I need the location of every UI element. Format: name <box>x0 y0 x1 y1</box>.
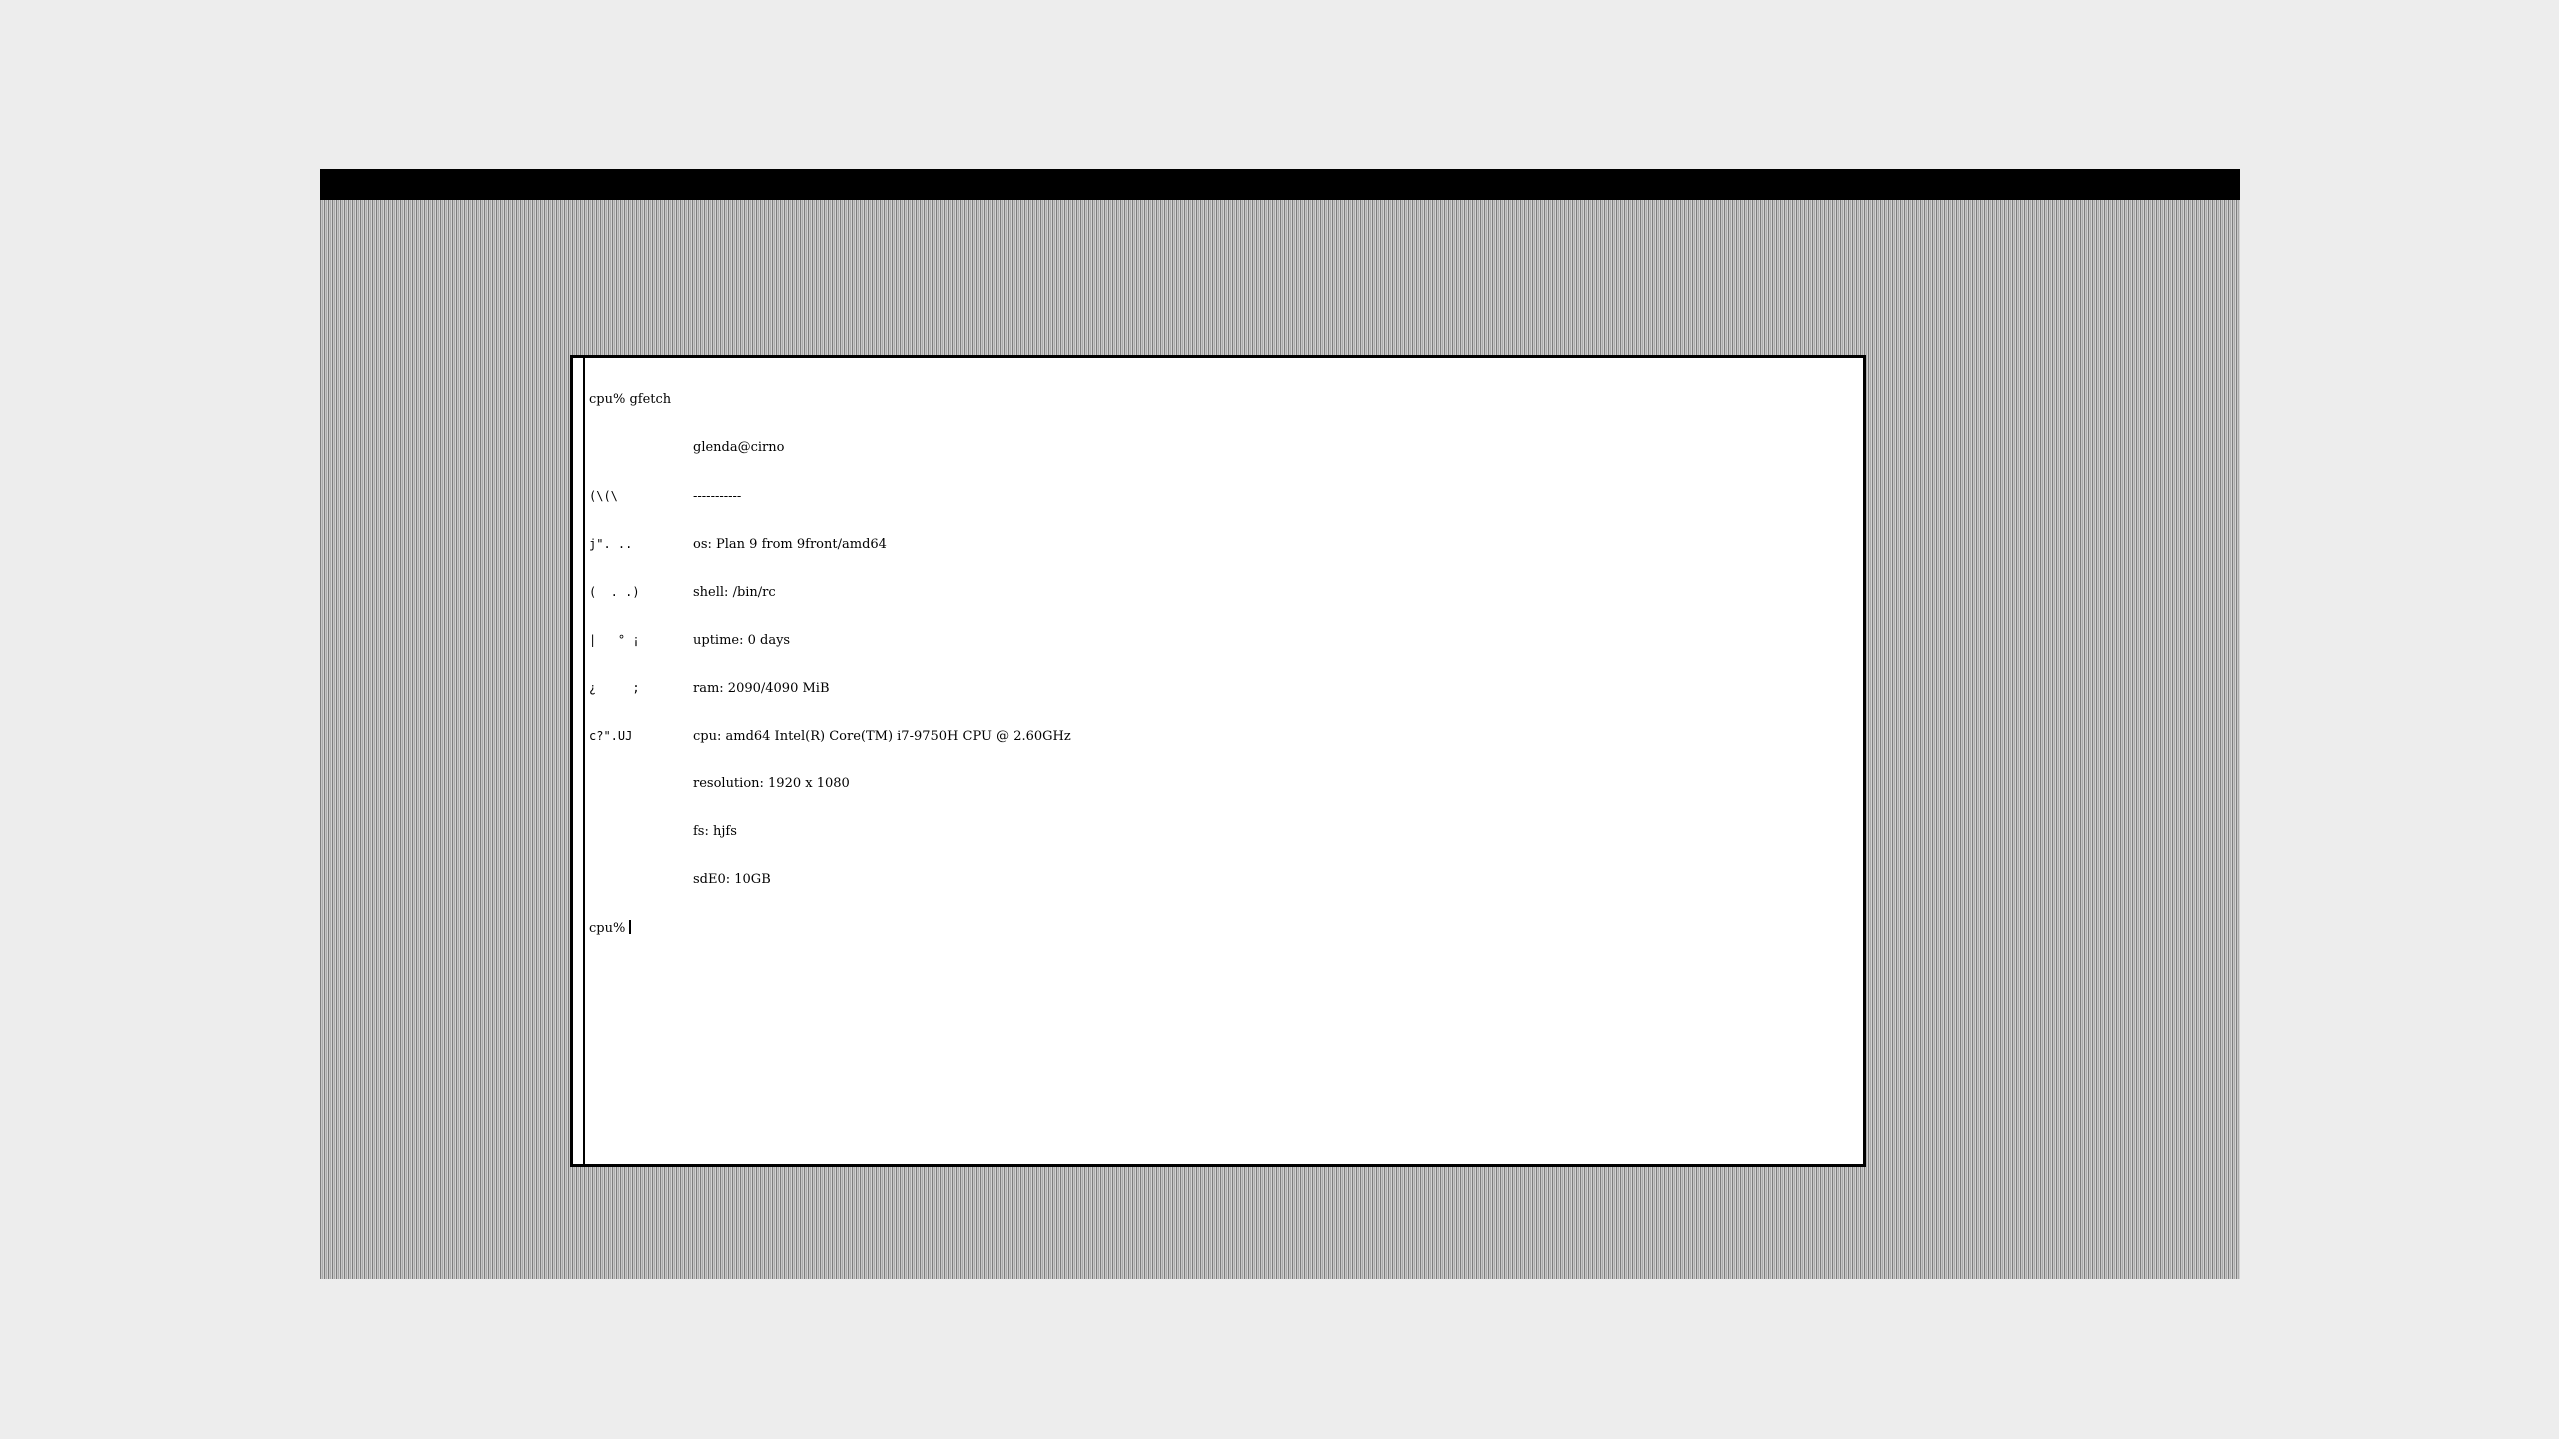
scrollbar[interactable] <box>573 358 585 1164</box>
separator: ----------- <box>693 489 742 504</box>
command-line: cpu% gfetch <box>589 392 672 407</box>
ascii-art-line: ¿ ; <box>589 681 640 695</box>
info-cpu: cpu: amd64 Intel(R) Core(TM) i7-9750H CP… <box>693 729 1071 744</box>
scroll-thumb[interactable] <box>573 358 583 1164</box>
plan9-screen[interactable]: cpu% gfetch glenda@cirno (\(\ -----------… <box>320 169 2240 1279</box>
ascii-art-line: c?".UJ <box>589 729 633 743</box>
user-host: glenda@cirno <box>693 440 785 455</box>
info-fs: fs: hjfs <box>693 824 737 839</box>
ascii-art-line: j". .. <box>589 537 633 551</box>
text-cursor <box>629 920 632 934</box>
info-uptime: uptime: 0 days <box>693 633 791 648</box>
info-resolution: resolution: 1920 x 1080 <box>693 776 850 791</box>
rio-terminal-window[interactable]: cpu% gfetch glenda@cirno (\(\ -----------… <box>570 355 1866 1167</box>
prompt: cpu% <box>589 921 626 936</box>
terminal-output[interactable]: cpu% gfetch glenda@cirno (\(\ -----------… <box>589 360 1863 1164</box>
ascii-art-line: ( . .) <box>589 585 640 599</box>
info-shell: shell: /bin/rc <box>693 585 776 600</box>
ascii-art-line: | ° ¡ <box>589 633 640 647</box>
info-disk: sdE0: 10GB <box>693 872 771 887</box>
info-ram: ram: 2090/4090 MiB <box>693 681 830 696</box>
info-os: os: Plan 9 from 9front/amd64 <box>693 537 887 552</box>
ascii-art-line: (\(\ <box>589 489 618 503</box>
top-bar <box>320 169 2240 200</box>
